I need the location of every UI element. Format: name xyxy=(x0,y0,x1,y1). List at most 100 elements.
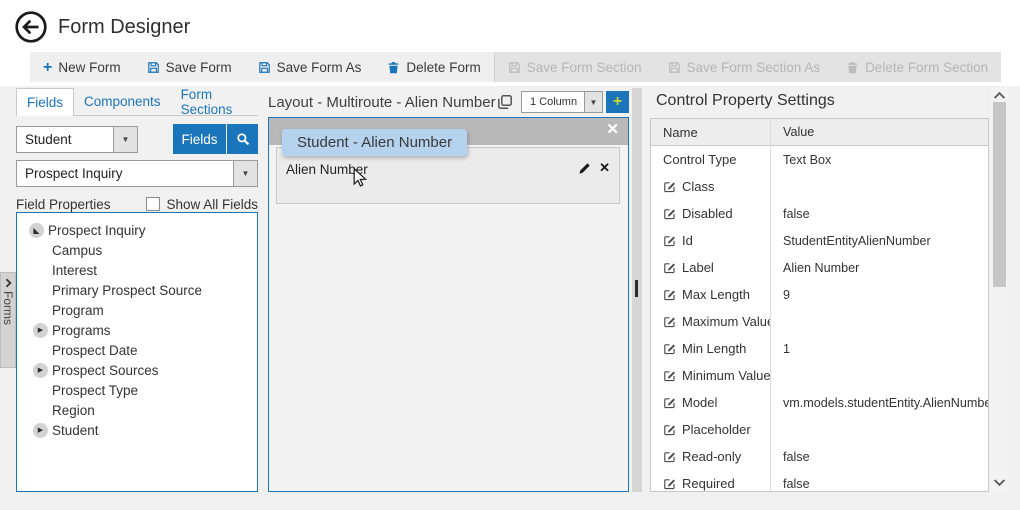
tree-node-prospect-sources[interactable]: ▶ Prospect Sources xyxy=(17,360,257,380)
column-header-value: Value xyxy=(771,119,988,145)
tree-node-prospect-date[interactable]: Prospect Date xyxy=(17,340,257,360)
property-value[interactable]: false xyxy=(771,200,988,227)
property-value[interactable]: vm.models.studentEntity.AlienNumber xyxy=(771,389,988,416)
forms-side-tab[interactable]: Forms xyxy=(0,272,16,368)
tab-form-sections[interactable]: Form Sections xyxy=(171,88,258,115)
property-value[interactable]: false xyxy=(771,470,988,492)
mouse-cursor xyxy=(353,168,368,189)
property-name: Control Type xyxy=(663,152,736,167)
edit-icon[interactable] xyxy=(663,180,676,193)
property-value[interactable]: 1 xyxy=(771,335,988,362)
tree-node-programs[interactable]: ▶ Programs xyxy=(17,320,257,340)
left-panel-tabs: Fields Components Form Sections xyxy=(16,88,258,116)
tree-node-region[interactable]: Region xyxy=(17,400,257,420)
property-value[interactable] xyxy=(771,308,988,335)
edit-icon[interactable] xyxy=(663,207,676,220)
property-value[interactable] xyxy=(771,362,988,389)
save-form-button[interactable]: Save Form xyxy=(134,52,245,82)
new-form-button[interactable]: + New Form xyxy=(30,52,134,82)
column-select[interactable]: 1 Column ▼ xyxy=(521,91,603,113)
form-select[interactable]: Prospect Inquiry ▼ xyxy=(16,160,258,187)
edit-icon[interactable] xyxy=(663,234,676,247)
tree-node-prospect-inquiry[interactable]: ◣ Prospect Inquiry xyxy=(17,220,257,240)
chevron-down-icon[interactable]: ▼ xyxy=(584,92,602,112)
save-form-as-button[interactable]: Save Form As xyxy=(245,52,375,82)
property-name: Maximum Value xyxy=(682,314,771,329)
property-name: Model xyxy=(682,395,717,410)
save-icon xyxy=(508,61,521,74)
property-value[interactable]: StudentEntityAlienNumber xyxy=(771,227,988,254)
collapse-icon[interactable]: ◣ xyxy=(29,223,44,238)
scroll-up-icon[interactable] xyxy=(993,89,1006,102)
save-icon xyxy=(147,61,160,74)
save-form-section-as-label: Save Form Section As xyxy=(687,60,821,75)
edit-icon[interactable] xyxy=(663,261,676,274)
delete-form-section-button: Delete Form Section xyxy=(833,52,1001,82)
edit-icon[interactable] xyxy=(663,396,676,409)
expand-icon[interactable]: ▶ xyxy=(33,363,48,378)
tree-node-program[interactable]: Program xyxy=(17,300,257,320)
property-value[interactable]: Alien Number xyxy=(771,254,988,281)
search-button[interactable] xyxy=(227,124,258,154)
property-name: Class xyxy=(682,179,715,194)
edit-icon[interactable] xyxy=(663,423,676,436)
field-properties-label: Field Properties xyxy=(16,197,111,212)
property-value[interactable]: false xyxy=(771,443,988,470)
expand-icon[interactable]: ▶ xyxy=(33,423,48,438)
edit-icon[interactable] xyxy=(663,369,676,382)
back-button-icon[interactable] xyxy=(14,10,48,44)
trash-icon xyxy=(387,61,400,74)
tree-node-interest[interactable]: Interest xyxy=(17,260,257,280)
show-all-fields-label: Show All Fields xyxy=(166,197,258,212)
tree-node-campus[interactable]: Campus xyxy=(17,240,257,260)
property-row-label: Label Alien Number xyxy=(651,254,988,281)
edit-icon[interactable] xyxy=(663,315,676,328)
delete-form-button[interactable]: Delete Form xyxy=(374,52,493,82)
scroll-down-icon[interactable] xyxy=(993,476,1006,489)
delete-form-label: Delete Form xyxy=(406,60,480,75)
tree-node-student[interactable]: ▶ Student xyxy=(17,420,257,440)
property-row-model: Model vm.models.studentEntity.AlienNumbe… xyxy=(651,389,988,416)
tree-node-prospect-type[interactable]: Prospect Type xyxy=(17,380,257,400)
scrollbar-thumb[interactable] xyxy=(993,102,1006,287)
tree-node-label: Program xyxy=(52,303,104,318)
panel-splitter[interactable] xyxy=(632,88,642,492)
copy-layout-icon[interactable] xyxy=(497,94,513,110)
layout-title: Layout - Multiroute - Alien Number xyxy=(268,94,496,111)
expand-icon[interactable]: ▶ xyxy=(33,323,48,338)
edit-icon[interactable] xyxy=(663,288,676,301)
plus-icon: + xyxy=(613,94,622,110)
tab-fields[interactable]: Fields xyxy=(16,88,74,116)
property-value[interactable] xyxy=(771,173,988,200)
fields-button[interactable]: Fields xyxy=(173,124,226,154)
drag-tooltip: Student - Alien Number xyxy=(282,129,467,156)
edit-icon[interactable] xyxy=(663,450,676,463)
save-form-section-button: Save Form Section xyxy=(495,52,655,82)
add-column-button[interactable]: + xyxy=(606,91,629,113)
edit-field-icon[interactable] xyxy=(578,161,592,175)
entity-select-value: Student xyxy=(17,127,113,152)
remove-field-icon[interactable]: ✕ xyxy=(599,160,610,176)
delete-form-section-label: Delete Form Section xyxy=(865,60,988,75)
fields-panel: Fields Components Form Sections Student … xyxy=(16,88,258,492)
edit-icon[interactable] xyxy=(663,342,676,355)
column-header-name: Name xyxy=(651,119,771,145)
entity-select[interactable]: Student ▼ xyxy=(16,126,138,153)
show-all-fields-checkbox[interactable] xyxy=(146,197,160,211)
tree-node-primary-prospect-source[interactable]: Primary Prospect Source xyxy=(17,280,257,300)
chevron-down-icon[interactable]: ▼ xyxy=(233,161,257,186)
properties-title: Control Property Settings xyxy=(650,88,989,110)
edit-icon[interactable] xyxy=(663,477,676,490)
property-value[interactable]: 9 xyxy=(771,281,988,308)
chevron-down-icon[interactable]: ▼ xyxy=(113,127,137,152)
property-value[interactable] xyxy=(771,416,988,443)
tab-components[interactable]: Components xyxy=(74,88,171,115)
property-name: Placeholder xyxy=(682,422,751,437)
section-close-icon[interactable]: ✕ xyxy=(606,122,619,138)
tree-node-label: Region xyxy=(52,403,95,418)
save-icon xyxy=(668,61,681,74)
vertical-scrollbar[interactable] xyxy=(991,86,1008,492)
properties-table: Name Value Control Type Text Box Class D… xyxy=(650,118,989,492)
control-property-settings-panel: Control Property Settings Name Value Con… xyxy=(650,88,989,492)
tree-node-label: Interest xyxy=(52,263,97,278)
